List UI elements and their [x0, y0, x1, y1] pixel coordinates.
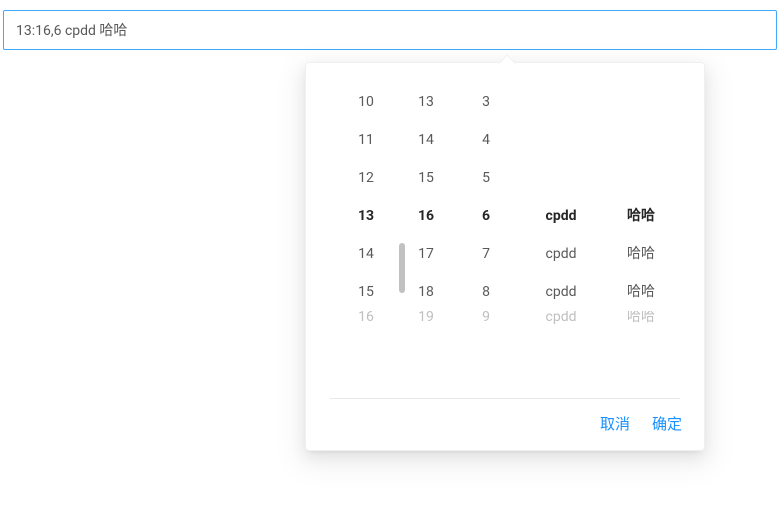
picker-column-minute[interactable]: 13141516171819 — [396, 83, 456, 338]
picker-cell[interactable]: 12 — [336, 159, 396, 197]
picker-cell[interactable]: 哈哈 — [606, 273, 676, 311]
picker-cell[interactable]: 13 — [336, 197, 396, 235]
picker-cell-partial: cpdd — [516, 311, 606, 335]
picker-cell[interactable]: 哈哈 — [606, 235, 676, 273]
picker-cell[interactable]: 哈哈 — [606, 197, 676, 235]
picker-cell[interactable]: 14 — [396, 121, 456, 159]
picker-cell — [606, 121, 676, 159]
picker-column-extra2[interactable]: 哈哈哈哈哈哈哈哈 — [606, 83, 676, 338]
picker-cell[interactable]: 6 — [456, 197, 516, 235]
picker-cell — [516, 121, 606, 159]
picker-cell-partial: 哈哈 — [606, 311, 676, 335]
picker-cell-partial: 16 — [336, 311, 396, 335]
picker-cell[interactable]: 16 — [396, 197, 456, 235]
picker-cell — [606, 83, 676, 121]
picker-cell[interactable]: 15 — [336, 273, 396, 311]
picker-cell — [516, 83, 606, 121]
picker-cell[interactable]: 17 — [396, 235, 456, 273]
confirm-button[interactable]: 确定 — [648, 411, 686, 436]
picker-cell[interactable]: cpdd — [516, 273, 606, 311]
time-picker-input[interactable]: 13:16,6 cpdd 哈哈 — [3, 10, 777, 50]
picker-cell[interactable]: 4 — [456, 121, 516, 159]
picker-cell[interactable]: cpdd — [516, 197, 606, 235]
time-picker-panel: 10111213141516 13141516171819 3456789 cp… — [305, 62, 705, 451]
picker-cell[interactable]: 13 — [396, 83, 456, 121]
picker-column-extra1[interactable]: cpddcpddcpddcpdd — [516, 83, 606, 338]
picker-cell[interactable]: 14 — [336, 235, 396, 273]
picker-cell[interactable]: 11 — [336, 121, 396, 159]
cancel-button[interactable]: 取消 — [596, 411, 634, 436]
picker-cell[interactable]: 10 — [336, 83, 396, 121]
picker-cell-partial: 19 — [396, 311, 456, 335]
picker-cell — [606, 159, 676, 197]
picker-columns: 10111213141516 13141516171819 3456789 cp… — [306, 63, 704, 338]
picker-column-second[interactable]: 3456789 — [456, 83, 516, 338]
picker-cell-partial: 9 — [456, 311, 516, 335]
picker-column-hour[interactable]: 10111213141516 — [336, 83, 396, 338]
picker-cell[interactable]: 3 — [456, 83, 516, 121]
picker-cell — [516, 159, 606, 197]
picker-footer: 取消 确定 — [306, 399, 704, 450]
picker-cell[interactable]: 18 — [396, 273, 456, 311]
time-picker-input-value: 13:16,6 cpdd 哈哈 — [16, 20, 127, 40]
picker-cell[interactable]: cpdd — [516, 235, 606, 273]
scrollbar-thumb[interactable] — [399, 243, 405, 293]
picker-cell[interactable]: 5 — [456, 159, 516, 197]
picker-cell[interactable]: 15 — [396, 159, 456, 197]
picker-cell[interactable]: 8 — [456, 273, 516, 311]
picker-cell[interactable]: 7 — [456, 235, 516, 273]
